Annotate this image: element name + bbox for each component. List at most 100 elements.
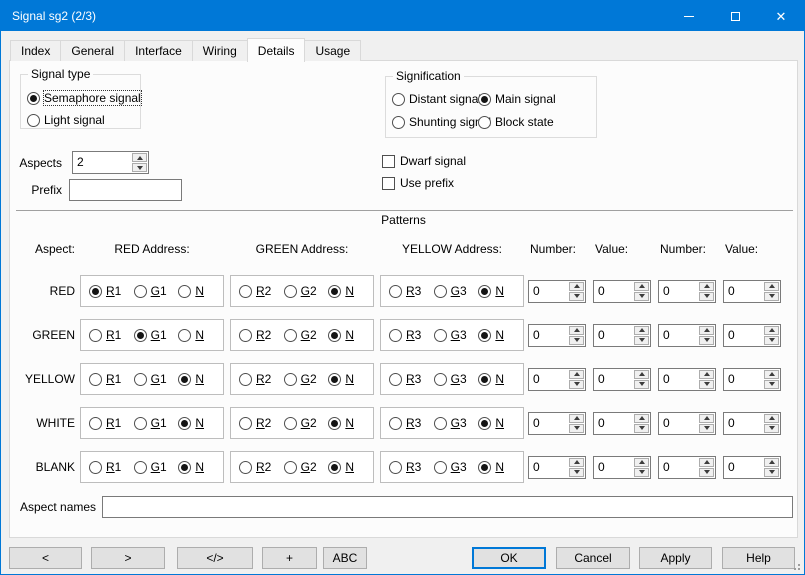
spin-up-button[interactable] xyxy=(569,370,584,379)
spin-down-button[interactable] xyxy=(764,468,779,477)
number-spinner-a[interactable]: 0 xyxy=(528,456,586,479)
spin-down-button[interactable] xyxy=(634,424,649,433)
radio-n[interactable]: N xyxy=(478,284,523,298)
checkbox-use-prefix[interactable]: Use prefix xyxy=(382,176,454,190)
radio-n[interactable]: N xyxy=(328,416,373,430)
spin-up-button[interactable] xyxy=(699,414,714,423)
tab-wiring[interactable]: Wiring xyxy=(192,40,248,61)
resize-grip[interactable] xyxy=(790,560,800,570)
aspects-spinner[interactable]: 2 xyxy=(72,151,149,174)
radio-g2[interactable]: G2 xyxy=(284,372,329,386)
radio-r3[interactable]: R3 xyxy=(389,416,434,430)
radio-n[interactable]: N xyxy=(328,328,373,342)
spin-up-button[interactable] xyxy=(634,282,649,291)
spin-down-button[interactable] xyxy=(569,380,584,389)
value-spinner-b[interactable]: 0 xyxy=(723,368,781,391)
radio-g1[interactable]: G1 xyxy=(134,460,179,474)
checkbox-dwarf-signal[interactable]: Dwarf signal xyxy=(382,154,466,168)
radio-n[interactable]: N xyxy=(178,284,223,298)
value-spinner-b[interactable]: 0 xyxy=(723,412,781,435)
radio-n[interactable]: N xyxy=(178,460,223,474)
radio-r2[interactable]: R2 xyxy=(239,416,284,430)
number-spinner-a[interactable]: 0 xyxy=(528,368,586,391)
spin-up-button[interactable] xyxy=(634,458,649,467)
spin-down-button[interactable] xyxy=(699,336,714,345)
spin-up-button[interactable] xyxy=(699,458,714,467)
spin-up-button[interactable] xyxy=(569,326,584,335)
close-button[interactable]: ✕ xyxy=(758,1,804,31)
spin-up-button[interactable] xyxy=(764,370,779,379)
spin-up-button[interactable] xyxy=(764,414,779,423)
radio-n[interactable]: N xyxy=(178,372,223,386)
add-button[interactable]: + xyxy=(262,547,317,569)
aspect-names-input[interactable] xyxy=(102,496,793,518)
radio-g2[interactable]: G2 xyxy=(284,460,329,474)
tab-usage[interactable]: Usage xyxy=(304,40,361,61)
spin-up-button[interactable] xyxy=(699,282,714,291)
spin-up-button[interactable] xyxy=(569,458,584,467)
spin-up-button[interactable] xyxy=(132,153,147,162)
spin-up-button[interactable] xyxy=(634,414,649,423)
radio-shunting-signal[interactable]: Shunting signal xyxy=(392,115,491,129)
prefix-input[interactable] xyxy=(69,179,182,201)
number-spinner-b[interactable]: 0 xyxy=(658,280,716,303)
number-spinner-b[interactable]: 0 xyxy=(658,368,716,391)
number-spinner-b[interactable]: 0 xyxy=(658,456,716,479)
spin-down-button[interactable] xyxy=(634,380,649,389)
value-spinner-b[interactable]: 0 xyxy=(723,456,781,479)
radio-r2[interactable]: R2 xyxy=(239,460,284,474)
radio-g1[interactable]: G1 xyxy=(134,328,179,342)
cancel-button[interactable]: Cancel xyxy=(556,547,630,569)
spin-down-button[interactable] xyxy=(634,336,649,345)
spin-up-button[interactable] xyxy=(634,370,649,379)
radio-g3[interactable]: G3 xyxy=(434,460,479,474)
spin-down-button[interactable] xyxy=(132,163,147,172)
radio-r1[interactable]: R1 xyxy=(89,284,134,298)
spin-down-button[interactable] xyxy=(699,424,714,433)
value-spinner-b[interactable]: 0 xyxy=(723,280,781,303)
spin-down-button[interactable] xyxy=(699,468,714,477)
radio-g2[interactable]: G2 xyxy=(284,284,329,298)
tab-interface[interactable]: Interface xyxy=(124,40,193,61)
value-spinner-b[interactable]: 0 xyxy=(723,324,781,347)
value-spinner-a[interactable]: 0 xyxy=(593,368,651,391)
spin-down-button[interactable] xyxy=(699,292,714,301)
spin-up-button[interactable] xyxy=(634,326,649,335)
radio-r2[interactable]: R2 xyxy=(239,284,284,298)
spin-down-button[interactable] xyxy=(634,468,649,477)
tab-general[interactable]: General xyxy=(60,40,125,61)
spin-down-button[interactable] xyxy=(699,380,714,389)
minimize-button[interactable] xyxy=(666,1,712,31)
radio-n[interactable]: N xyxy=(178,416,223,430)
spin-down-button[interactable] xyxy=(764,424,779,433)
radio-block-state[interactable]: Block state xyxy=(478,115,554,129)
radio-r3[interactable]: R3 xyxy=(389,372,434,386)
spin-down-button[interactable] xyxy=(569,292,584,301)
help-button[interactable]: Help xyxy=(722,547,795,569)
radio-main-signal[interactable]: Main signal xyxy=(478,92,556,106)
ok-button[interactable]: OK xyxy=(472,547,546,569)
radio-distant-signal[interactable]: Distant signal xyxy=(392,92,481,106)
spin-up-button[interactable] xyxy=(569,414,584,423)
radio-n[interactable]: N xyxy=(328,284,373,298)
radio-g1[interactable]: G1 xyxy=(134,416,179,430)
number-spinner-b[interactable]: 0 xyxy=(658,412,716,435)
tab-details[interactable]: Details xyxy=(247,38,306,62)
radio-r3[interactable]: R3 xyxy=(389,328,434,342)
spin-up-button[interactable] xyxy=(764,326,779,335)
radio-light-signal[interactable]: Light signal xyxy=(27,113,105,127)
radio-g3[interactable]: G3 xyxy=(434,372,479,386)
nav-next-button[interactable]: > xyxy=(91,547,165,569)
spin-down-button[interactable] xyxy=(634,292,649,301)
maximize-button[interactable] xyxy=(712,1,758,31)
number-spinner-a[interactable]: 0 xyxy=(528,280,586,303)
radio-n[interactable]: N xyxy=(478,372,523,386)
radio-n[interactable]: N xyxy=(328,372,373,386)
radio-r1[interactable]: R1 xyxy=(89,328,134,342)
value-spinner-a[interactable]: 0 xyxy=(593,456,651,479)
radio-g2[interactable]: G2 xyxy=(284,328,329,342)
nav-prev-button[interactable]: < xyxy=(9,547,82,569)
spin-up-button[interactable] xyxy=(764,282,779,291)
value-spinner-a[interactable]: 0 xyxy=(593,324,651,347)
abc-button[interactable]: ABC xyxy=(323,547,367,569)
